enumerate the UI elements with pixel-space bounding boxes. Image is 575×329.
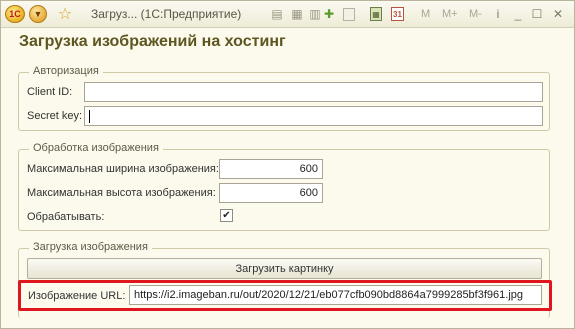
checkmark-icon: ✔ (222, 209, 231, 221)
url-highlight-frame (18, 280, 552, 311)
favorites-star-icon[interactable]: ☆ (56, 5, 74, 23)
max-height-label: Максимальная высота изображения: (27, 187, 216, 199)
secret-key-input[interactable] (84, 106, 543, 126)
process-checkbox[interactable]: ✔ (220, 209, 233, 222)
memory-minus-button[interactable]: M- (469, 8, 482, 20)
calculator-icon[interactable]: ▦ (370, 7, 382, 21)
title-bar: 1С ▼ ☆ Загруз... (1С:Предприятие) ▤ ▦ ▥ … (1, 1, 574, 28)
add-to-favorites-icon[interactable]: ✚ (321, 6, 337, 22)
logo-text: 1С (9, 9, 21, 19)
max-width-input[interactable]: 600 (219, 159, 323, 179)
window-title: Загруз... (1С:Предприятие) (91, 7, 242, 21)
maximize-icon[interactable]: ☐ (528, 5, 546, 23)
max-height-input[interactable]: 600 (219, 183, 323, 203)
process-label: Обрабатывать: (27, 211, 105, 223)
form-title: Загрузка изображений на хостинг (19, 33, 286, 50)
text-caret (89, 109, 90, 123)
app-window: 1С ▼ ☆ Загруз... (1С:Предприятие) ▤ ▦ ▥ … (0, 0, 575, 329)
memory-plus-button[interactable]: M+ (442, 8, 458, 20)
minimize-icon[interactable]: _ (509, 5, 527, 23)
1c-logo-icon[interactable]: 1С (5, 5, 25, 23)
memory-m-button[interactable]: M (421, 8, 430, 20)
upload-image-button[interactable]: Загрузить картинку (27, 258, 542, 279)
main-menu-dropdown-icon[interactable]: ▼ (29, 5, 47, 23)
client-id-label: Client ID: (27, 86, 73, 98)
max-width-label: Максимальная ширина изображения: (27, 163, 219, 175)
client-id-input[interactable] (84, 82, 543, 102)
secret-key-label: Secret key: (27, 110, 83, 122)
document-icon[interactable] (343, 8, 355, 21)
upload-group-title: Загрузка изображения (29, 241, 152, 253)
info-icon[interactable]: i (489, 5, 507, 23)
close-icon[interactable]: ✕ (549, 5, 567, 23)
print-icon[interactable]: ▦ (289, 6, 305, 22)
auth-group-title: Авторизация (29, 65, 103, 77)
save-icon[interactable]: ▤ (269, 6, 285, 22)
calendar-icon[interactable]: 31 (391, 7, 404, 21)
processing-group-title: Обработка изображения (29, 142, 163, 154)
